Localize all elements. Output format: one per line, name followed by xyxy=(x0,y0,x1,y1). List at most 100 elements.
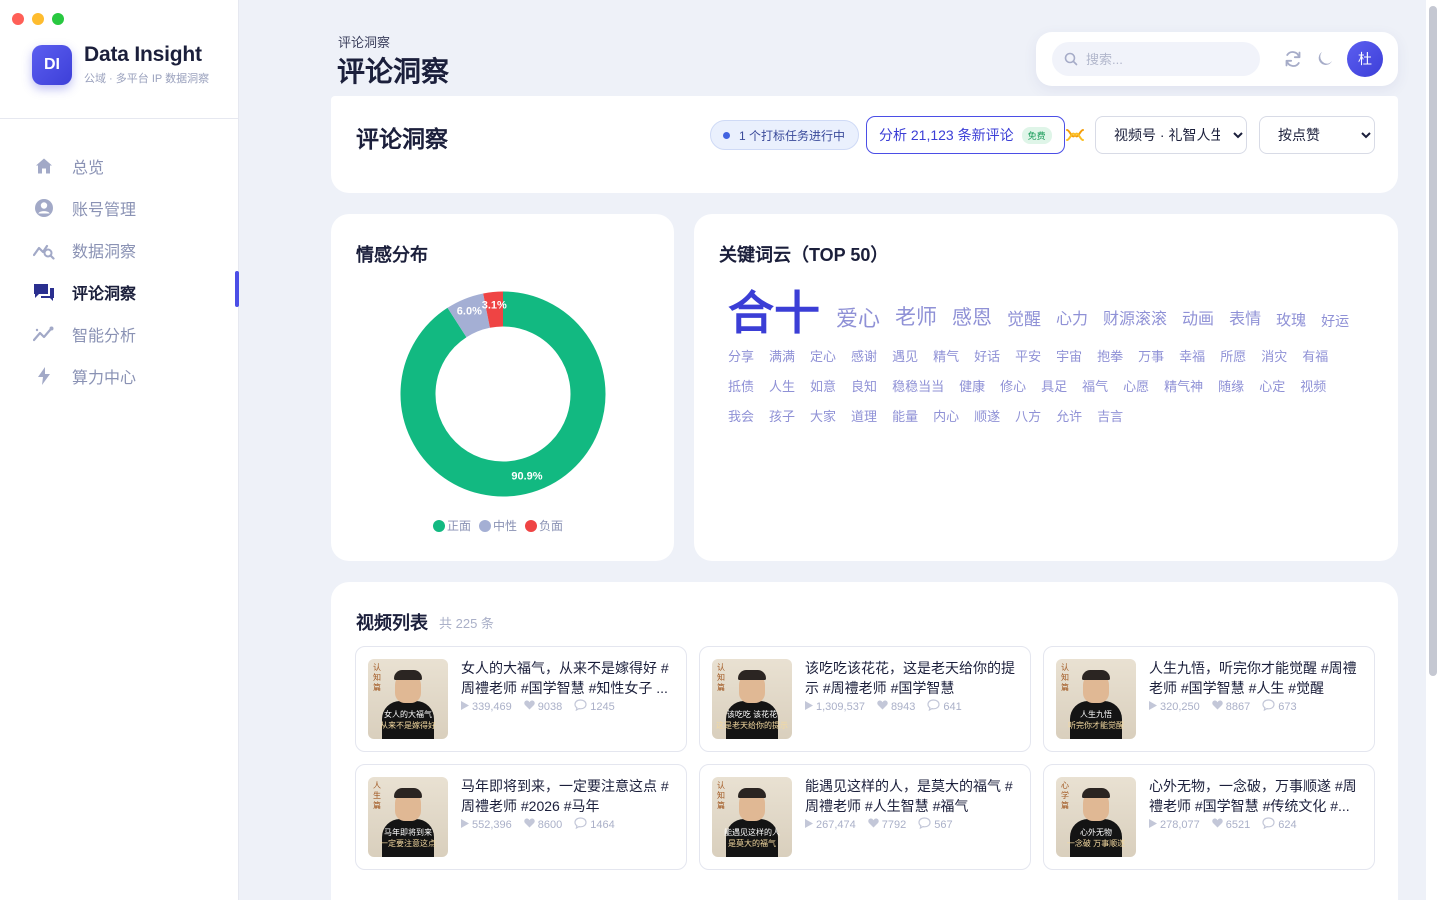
keyword-item[interactable]: 能量 xyxy=(892,407,918,426)
video-thumbnail[interactable]: 人生篇 马年即将到来 一定要注意这点 xyxy=(368,777,448,857)
video-thumbnail[interactable]: 心学篇 心外无物 一念破 万事顺遂 xyxy=(1056,777,1136,857)
keyword-item[interactable]: 吉言 xyxy=(1097,407,1123,426)
tagging-task-status[interactable]: 1 个打标任务进行中 xyxy=(710,120,860,150)
analyze-new-comments-button[interactable]: 分析 21,123 条新评论 免费 xyxy=(866,116,1065,154)
keyword-item[interactable]: 感恩 xyxy=(952,308,992,328)
platform-account-select[interactable]: 视频号 · 礼智人生 xyxy=(1095,116,1247,154)
refresh-icon[interactable] xyxy=(1283,49,1303,69)
keyword-item[interactable]: 修心 xyxy=(1000,377,1026,396)
keyword-item[interactable]: 老师 xyxy=(895,307,937,328)
video-title[interactable]: 马年即将到来，一定要注意这点 #周禮老师 #2026 #马年 xyxy=(461,776,673,816)
keyword-item[interactable]: 幸福 xyxy=(1179,347,1205,366)
keyword-item[interactable]: 所愿 xyxy=(1220,347,1246,366)
keyword-item[interactable]: 八方 xyxy=(1015,407,1041,426)
keyword-item[interactable]: 福气 xyxy=(1082,377,1108,396)
video-title[interactable]: 女人的大福气，从来不是嫁得好 #周禮老师 #国学智慧 #知性女子 ... xyxy=(461,658,673,698)
sidebar-item-overview[interactable]: 总览 xyxy=(0,145,239,187)
keyword-item[interactable]: 视频 xyxy=(1300,377,1326,396)
video-stats: 267,474 7792 567 xyxy=(805,817,953,832)
zoom-window-button[interactable] xyxy=(52,13,64,25)
keyword-item[interactable]: 道理 xyxy=(851,407,877,426)
keyword-item[interactable]: 具足 xyxy=(1041,377,1067,396)
keyword-item[interactable]: 如意 xyxy=(810,377,836,396)
keyword-item[interactable]: 稳稳当当 xyxy=(892,377,944,396)
keyword-item[interactable]: 表情 xyxy=(1229,312,1261,328)
keyword-item[interactable]: 觉醒 xyxy=(1007,311,1041,328)
keyword-item[interactable]: 遇见 xyxy=(892,347,918,366)
keyword-item[interactable]: 我会 xyxy=(728,407,754,426)
sidebar-item-smart-analysis[interactable]: 智能分析 xyxy=(0,313,239,355)
keyword-item[interactable]: 顺遂 xyxy=(974,407,1000,426)
keyword-item[interactable]: 动画 xyxy=(1182,312,1214,328)
legend-item-negative[interactable]: 负面 xyxy=(525,517,563,534)
keyword-item[interactable]: 万事 xyxy=(1138,347,1164,366)
video-title[interactable]: 该吃吃该花花，这是老天给你的提示 #周禮老师 #国学智慧 xyxy=(805,658,1017,698)
keyword-item[interactable]: 随缘 xyxy=(1218,377,1244,396)
keyword-row: 我会 孩子 大家 道理 能量 内心 顺遂 八方 允许 吉言 xyxy=(728,407,1388,426)
video-thumbnail[interactable]: 认知篇 女人的大福气 从来不是嫁得好 xyxy=(368,659,448,739)
keyword-item[interactable]: 感谢 xyxy=(851,347,877,366)
keyword-item[interactable]: 消灾 xyxy=(1261,347,1287,366)
legend-item-neutral[interactable]: 中性 xyxy=(479,517,517,534)
minimize-window-button[interactable] xyxy=(32,13,44,25)
video-card[interactable]: 认知篇 能遇见这样的人 是莫大的福气 能遇见这样的人，是莫大的福气 #周禮老师 #人生… xyxy=(699,764,1031,870)
keyword-item[interactable]: 合十 xyxy=(728,290,820,336)
keyword-item[interactable]: 孩子 xyxy=(769,407,795,426)
keyword-item[interactable]: 分享 xyxy=(728,347,754,366)
keyword-item[interactable]: 内心 xyxy=(933,407,959,426)
keyword-item[interactable]: 宇宙 xyxy=(1056,347,1082,366)
task-status-text: 1 个打标任务进行中 xyxy=(739,128,846,143)
keyword-item[interactable]: 心愿 xyxy=(1123,377,1149,396)
comment-count: 624 xyxy=(1278,818,1297,831)
video-card[interactable]: 心学篇 心外无物 一念破 万事顺遂 心外无物，一念破，万事顺遂 #周禮老师 #国学智慧… xyxy=(1043,764,1375,870)
close-window-button[interactable] xyxy=(12,13,24,25)
keyword-item[interactable]: 玫瑰 xyxy=(1276,313,1306,328)
keyword-item[interactable]: 财源滚滚 xyxy=(1103,312,1167,328)
legend-label: 中性 xyxy=(493,519,518,533)
keyword-item[interactable]: 爱心 xyxy=(836,308,880,330)
video-thumbnail[interactable]: 认知篇 人生九悟 听完你才能觉醒 xyxy=(1056,659,1136,739)
donut-slice-positive[interactable] xyxy=(400,291,606,497)
keyword-item[interactable]: 心定 xyxy=(1259,377,1285,396)
sidebar-item-label: 智能分析 xyxy=(72,328,137,345)
search-input[interactable] xyxy=(1086,51,1246,67)
heart-icon xyxy=(524,700,535,713)
keyword-item[interactable]: 抵债 xyxy=(728,377,754,396)
keyword-item[interactable]: 精气神 xyxy=(1164,377,1203,396)
user-avatar[interactable]: 杜 xyxy=(1347,41,1383,77)
sort-select[interactable]: 按点赞 xyxy=(1259,116,1375,154)
keyword-item[interactable]: 抱拳 xyxy=(1097,347,1123,366)
keyword-item[interactable]: 定心 xyxy=(810,347,836,366)
keyword-item[interactable]: 精气 xyxy=(933,347,959,366)
keyword-item[interactable]: 有福 xyxy=(1302,347,1328,366)
keyword-item[interactable]: 健康 xyxy=(959,377,985,396)
video-title[interactable]: 能遇见这样的人，是莫大的福气 #周禮老师 #人生智慧 #福气 xyxy=(805,776,1017,816)
keyword-item[interactable]: 允许 xyxy=(1056,407,1082,426)
keyword-item[interactable]: 良知 xyxy=(851,377,877,396)
video-title[interactable]: 人生九悟，听完你才能觉醒 #周禮老师 #国学智慧 #人生 #觉醒 xyxy=(1149,658,1361,698)
keyword-item[interactable]: 好运 xyxy=(1321,314,1349,328)
search-box[interactable] xyxy=(1052,42,1260,76)
video-stats: 339,469 9038 1245 xyxy=(461,699,615,714)
video-thumbnail[interactable]: 认知篇 能遇见这样的人 是莫大的福气 xyxy=(712,777,792,857)
dark-mode-moon-icon[interactable] xyxy=(1315,49,1335,69)
legend-item-positive[interactable]: 正面 xyxy=(433,517,471,534)
sidebar-item-comment-insight[interactable]: 评论洞察 xyxy=(0,271,239,313)
scrollbar-thumb[interactable] xyxy=(1429,6,1437,676)
keyword-item[interactable]: 心力 xyxy=(1056,312,1088,328)
sidebar-item-accounts[interactable]: 账号管理 xyxy=(0,187,239,229)
video-comments: 1464 xyxy=(574,817,615,832)
sidebar-item-compute-center[interactable]: 算力中心 xyxy=(0,355,239,397)
video-card[interactable]: 认知篇 人生九悟 听完你才能觉醒 人生九悟，听完你才能觉醒 #周禮老师 #国学智慧 #… xyxy=(1043,646,1375,752)
video-title[interactable]: 心外无物，一念破，万事顺遂 #周禮老师 #国学智慧 #传统文化 #... xyxy=(1149,776,1361,816)
video-card[interactable]: 认知篇 该吃吃 该花花 这是老天给你的提示 该吃吃该花花，这是老天给你的提示 #周禮老… xyxy=(699,646,1031,752)
keyword-item[interactable]: 满满 xyxy=(769,347,795,366)
keyword-item[interactable]: 平安 xyxy=(1015,347,1041,366)
keyword-item[interactable]: 大家 xyxy=(810,407,836,426)
video-card[interactable]: 人生篇 马年即将到来 一定要注意这点 马年即将到来，一定要注意这点 #周禮老师 #20… xyxy=(355,764,687,870)
keyword-item[interactable]: 好话 xyxy=(974,347,1000,366)
video-card[interactable]: 认知篇 女人的大福气 从来不是嫁得好 女人的大福气，从来不是嫁得好 #周禮老师 #国学… xyxy=(355,646,687,752)
sidebar-item-data-insight[interactable]: 数据洞察 xyxy=(0,229,239,271)
video-thumbnail[interactable]: 认知篇 该吃吃 该花花 这是老天给你的提示 xyxy=(712,659,792,739)
keyword-item[interactable]: 人生 xyxy=(769,377,795,396)
